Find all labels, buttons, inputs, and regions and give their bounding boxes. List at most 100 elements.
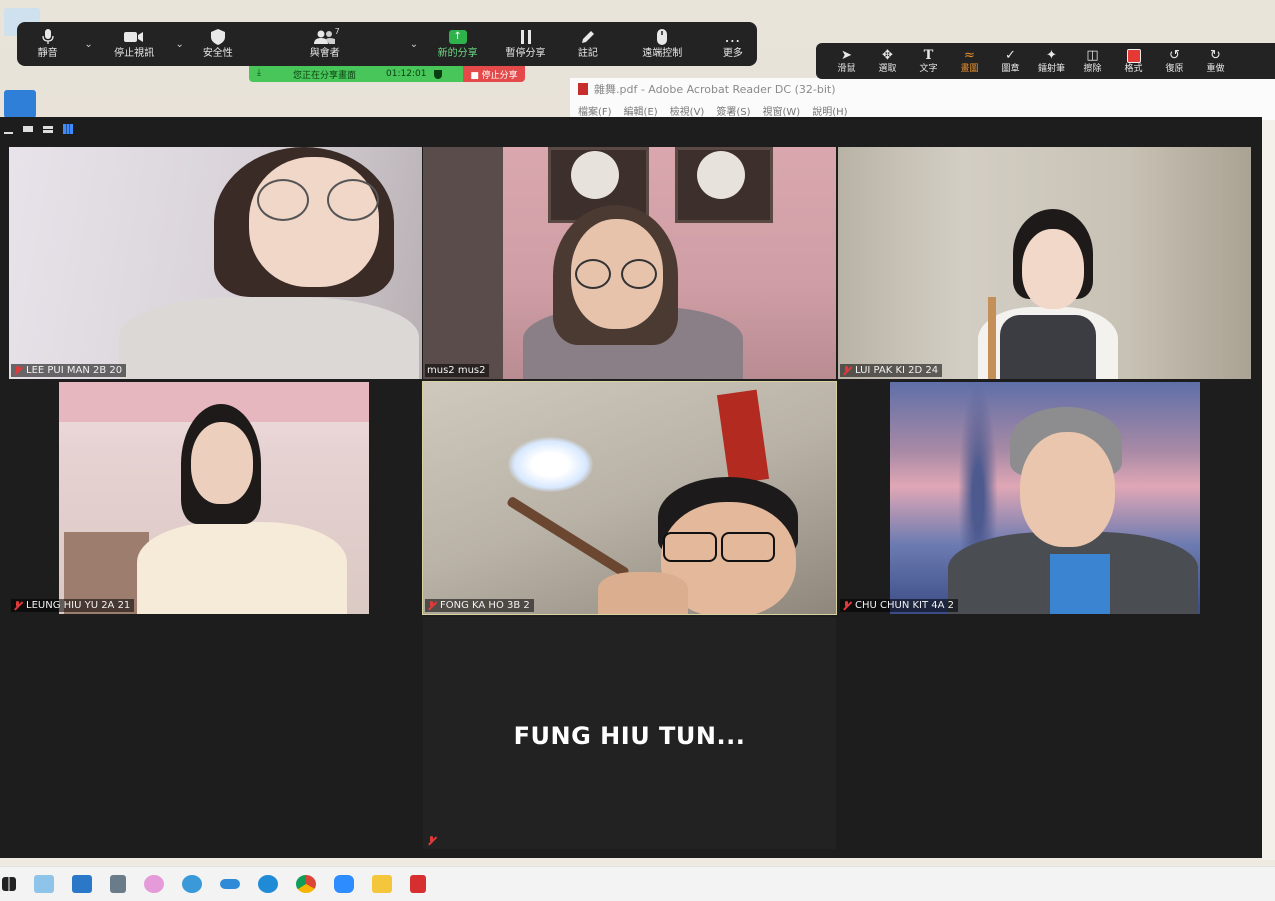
mouse-pointer-icon: ➤ bbox=[841, 48, 852, 63]
participant-name-tag: FONG KA HO 3B 2 bbox=[425, 599, 534, 612]
audio-options-chevron-icon[interactable]: ⌄ bbox=[78, 22, 98, 66]
move-select-icon: ✥ bbox=[882, 48, 893, 63]
share-arrow-icon: ↑ bbox=[448, 30, 467, 44]
stamp-check-icon: ✓ bbox=[1005, 48, 1016, 63]
select-tool-button[interactable]: ✥ 選取 bbox=[867, 48, 908, 75]
video-tile-chu-chun-kit[interactable]: CHU CHUN KIT 4A 2 bbox=[838, 382, 1251, 614]
undo-label: 復原 bbox=[1165, 63, 1184, 74]
participants-count: 7 bbox=[334, 27, 340, 36]
video-tile-fung-hiu-tun[interactable]: FUNG HIU TUN... bbox=[423, 617, 836, 849]
video-tile-lee-pui-man[interactable]: LEE PUI MAN 2B 20 bbox=[9, 147, 422, 379]
acrobat-menu-bar: 檔案(F) 編輯(E) 檢視(V) 簽署(S) 視窗(W) 說明(H) bbox=[578, 103, 848, 118]
participants-button[interactable]: 7 與會者 bbox=[246, 22, 404, 66]
text-icon: T bbox=[923, 48, 934, 63]
sharing-status-text: 您正在分享畫面 bbox=[293, 70, 357, 81]
edge-icon[interactable] bbox=[258, 875, 278, 893]
redo-icon: ↻ bbox=[1210, 48, 1221, 63]
more-label: 更多 bbox=[722, 48, 743, 59]
draw-icon: ≈ bbox=[964, 48, 975, 63]
video-tile-leung-hiu-yu[interactable]: LEUNG HIU YU 2A 21 bbox=[9, 382, 422, 614]
participant-name-tag bbox=[425, 835, 440, 847]
windows-taskbar bbox=[0, 866, 1275, 901]
pause-share-label: 暫停分享 bbox=[505, 48, 546, 59]
sharing-timer: 01:12:01 bbox=[386, 69, 427, 79]
stop-share-button[interactable]: ■ 停止分享 bbox=[463, 66, 525, 82]
new-share-button[interactable]: ↑ 新的分享 bbox=[424, 22, 491, 66]
mic-muted-icon bbox=[842, 365, 851, 376]
stop-video-label: 停止視訊 bbox=[114, 48, 155, 59]
security-label: 安全性 bbox=[202, 48, 233, 59]
remote-control-button[interactable]: 遠端控制 bbox=[616, 22, 709, 66]
itunes-icon[interactable] bbox=[144, 875, 164, 893]
menu-item-sign[interactable]: 簽署(S) bbox=[716, 103, 750, 118]
format-tool-button[interactable]: 格式 bbox=[1113, 48, 1154, 75]
file-explorer-icon[interactable] bbox=[34, 875, 54, 893]
mouse-icon bbox=[651, 28, 673, 46]
stamp-tool-button[interactable]: ✓ 圖章 bbox=[990, 48, 1031, 75]
remote-control-label: 遠端控制 bbox=[642, 48, 683, 59]
undo-button[interactable]: ↺ 復原 bbox=[1154, 48, 1195, 75]
microphone-icon bbox=[37, 28, 59, 46]
pdf-file-icon bbox=[578, 83, 588, 95]
ie-icon[interactable] bbox=[182, 875, 202, 893]
meeting-toolbar: 靜音 ⌄ 停止視訊 ⌄ 安全性 7 與會者 ⌄ ↑ 新的分享 暫停分享 註記 遠… bbox=[17, 22, 757, 66]
menu-item-view[interactable]: 檢視(V) bbox=[670, 103, 705, 118]
strip-view-icon[interactable] bbox=[43, 125, 53, 133]
photos-icon[interactable] bbox=[72, 875, 92, 893]
video-tile-mus2[interactable]: mus2 mus2 bbox=[423, 147, 836, 379]
calculator-icon[interactable] bbox=[110, 875, 126, 893]
mic-muted-icon bbox=[13, 365, 22, 376]
pencil-icon bbox=[577, 28, 599, 46]
mouse-tool-label: 滑鼠 bbox=[837, 63, 856, 74]
folder-icon[interactable] bbox=[372, 875, 392, 893]
eraser-tool-button[interactable]: ◫ 擦除 bbox=[1072, 48, 1113, 75]
draw-tool-button[interactable]: ≈ 畫圖 bbox=[949, 48, 990, 75]
text-tool-button[interactable]: T 文字 bbox=[908, 48, 949, 75]
mic-muted-icon bbox=[13, 600, 22, 611]
more-button[interactable]: … 更多 bbox=[709, 22, 757, 66]
chrome-icon[interactable] bbox=[296, 875, 316, 893]
participant-name-tag: mus2 mus2 bbox=[425, 364, 490, 377]
participants-options-chevron-icon[interactable]: ⌄ bbox=[404, 22, 424, 66]
redo-button[interactable]: ↻ 重做 bbox=[1195, 48, 1236, 75]
participant-name: mus2 mus2 bbox=[427, 365, 486, 376]
video-camera-icon bbox=[123, 28, 145, 46]
speaker-view-icon[interactable] bbox=[23, 126, 33, 132]
onedrive-icon[interactable] bbox=[220, 879, 240, 889]
minimize-view-icon[interactable] bbox=[4, 132, 13, 134]
acrobat-window: 雜舞.pdf - Adobe Acrobat Reader DC (32-bit… bbox=[570, 78, 1275, 121]
app-shortcut-icon[interactable] bbox=[4, 90, 36, 118]
pause-share-button[interactable]: 暫停分享 bbox=[491, 22, 560, 66]
video-tile-lui-pak-ki[interactable]: LUI PAK KI 2D 24 bbox=[838, 147, 1251, 379]
redo-label: 重做 bbox=[1206, 63, 1225, 74]
sharing-status-bar[interactable]: ⤓ 您正在分享畫面 01:12:01 bbox=[249, 66, 463, 82]
video-options-chevron-icon[interactable]: ⌄ bbox=[169, 22, 189, 66]
video-tile-fong-ka-ho[interactable]: FONG KA HO 3B 2 bbox=[422, 381, 837, 615]
annotation-toolbar: ➤ 滑鼠 ✥ 選取 T 文字 ≈ 畫圖 ✓ 圖章 ✦ 鐳射筆 ◫ 擦除 格式 ↺ 復原 ↻ 重做 bbox=[816, 43, 1275, 79]
pause-icon bbox=[515, 28, 537, 46]
menu-item-file[interactable]: 檔案(F) bbox=[578, 103, 612, 118]
zoom-icon[interactable] bbox=[334, 875, 354, 893]
stop-video-button[interactable]: 停止視訊 bbox=[99, 22, 170, 66]
acrobat-icon[interactable] bbox=[410, 875, 426, 893]
acrobat-title: 雜舞.pdf - Adobe Acrobat Reader DC (32-bit… bbox=[594, 83, 836, 96]
menu-item-window[interactable]: 視窗(W) bbox=[763, 103, 801, 118]
more-dots-icon: … bbox=[724, 27, 742, 46]
annotate-button[interactable]: 註記 bbox=[560, 22, 616, 66]
menu-item-edit[interactable]: 編輯(E) bbox=[624, 103, 658, 118]
menu-item-help[interactable]: 說明(H) bbox=[812, 103, 847, 118]
eraser-tool-label: 擦除 bbox=[1083, 63, 1102, 74]
mouse-tool-button[interactable]: ➤ 滑鼠 bbox=[826, 48, 867, 75]
shield-icon bbox=[207, 28, 229, 46]
security-button[interactable]: 安全性 bbox=[190, 22, 246, 66]
drag-handle-icon[interactable]: ⤓ bbox=[257, 68, 261, 78]
document-edge bbox=[1262, 120, 1275, 860]
participant-name-tag: LUI PAK KI 2D 24 bbox=[840, 364, 943, 377]
mute-button[interactable]: 靜音 bbox=[17, 22, 78, 66]
no-video-participant-name: FUNG HIU TUN... bbox=[513, 722, 746, 750]
laser-pointer-button[interactable]: ✦ 鐳射筆 bbox=[1031, 48, 1072, 75]
gallery-grid-icon[interactable] bbox=[63, 124, 73, 134]
windows-start-icon[interactable] bbox=[2, 877, 16, 891]
select-tool-label: 選取 bbox=[878, 63, 897, 74]
participant-name-tag: CHU CHUN KIT 4A 2 bbox=[840, 599, 959, 612]
